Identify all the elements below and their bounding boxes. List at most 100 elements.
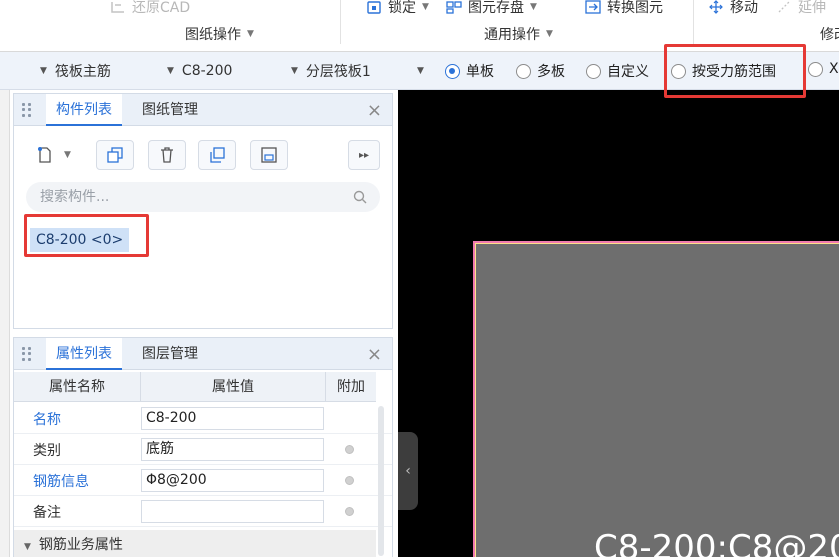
table-row: 名称 C8-200	[14, 403, 392, 434]
ribbon-toolbar: 还原CAD 图纸操作 ▼ 锁定 ▼ 图元存盘 ▼ 通用操作 ▼ 转换图元 移动	[0, 0, 839, 52]
column-header-extra: 附加	[326, 372, 376, 402]
layer-select[interactable]: ▼ 分层筏板1	[291, 60, 371, 82]
column-header-value: 属性值	[141, 372, 326, 402]
layer-select-dropdown[interactable]: ▼	[417, 60, 432, 82]
save-component-button[interactable]	[250, 140, 288, 170]
chevron-down-icon: ▼	[530, 2, 537, 12]
modify-label: 修改	[820, 27, 839, 43]
new-component-button[interactable]: ▼	[26, 140, 84, 170]
property-name: 钢筋信息	[33, 474, 89, 490]
column-header-name: 属性名称	[14, 372, 141, 402]
chevron-down-icon: ▼	[64, 150, 71, 160]
restore-cad-icon	[111, 2, 124, 13]
double-chevron-right-icon: ▸▸	[358, 149, 370, 161]
chevron-down-icon: ▼	[546, 29, 553, 39]
chevron-down-icon: ▼	[167, 66, 174, 76]
move-button[interactable]: 移动	[708, 0, 758, 17]
tab-drawing-management[interactable]: 图纸管理	[132, 94, 208, 126]
radio-single-board[interactable]: 单板	[445, 61, 494, 81]
ribbon-divider	[340, 0, 341, 44]
delete-component-button[interactable]	[148, 140, 186, 170]
component-search[interactable]	[26, 182, 380, 212]
copy-component-button[interactable]	[96, 140, 134, 170]
property-value-field[interactable]: Φ8@200	[141, 469, 324, 492]
radio-button	[671, 63, 686, 79]
move-icon	[709, 0, 723, 14]
property-value-field[interactable]: 底筋	[141, 438, 324, 461]
close-icon[interactable]: ×	[367, 100, 382, 121]
restore-cad-button[interactable]: 还原CAD	[110, 0, 190, 17]
radio-button	[808, 61, 823, 77]
property-value-field[interactable]	[141, 500, 324, 523]
search-icon[interactable]	[352, 189, 368, 205]
element-save-button[interactable]: 图元存盘 ▼	[446, 0, 537, 17]
radio-multi-board[interactable]: 多板	[516, 61, 565, 81]
floor-type-select[interactable]: ▼ 筏板主筋	[40, 60, 111, 82]
radio-label: X	[829, 61, 839, 77]
more-tools-button[interactable]: ▸▸	[348, 140, 380, 170]
table-row: 备注	[14, 496, 392, 527]
radio-label: 自定义	[607, 64, 649, 80]
convert-element-button[interactable]: 转换图元	[585, 0, 663, 17]
close-icon[interactable]: ×	[367, 344, 382, 365]
drag-grip-icon[interactable]	[22, 103, 32, 117]
radio-custom[interactable]: 自定义	[586, 61, 649, 81]
floor-type-value: 筏板主筋	[54, 64, 111, 80]
convert-element-icon	[585, 0, 601, 14]
duplicate-layer-button[interactable]	[198, 140, 236, 170]
tab-layer-management[interactable]: 图层管理	[132, 338, 208, 370]
element-save-label: 图元存盘	[468, 0, 524, 16]
property-value-field[interactable]: C8-200	[141, 407, 324, 430]
drag-grip-icon[interactable]	[22, 347, 32, 361]
new-file-icon	[38, 147, 51, 163]
component-select[interactable]: ▼ C8-200	[167, 60, 232, 82]
chevron-down-icon: ▼	[40, 66, 47, 76]
drawing-ops-group[interactable]: 图纸操作 ▼	[185, 24, 254, 44]
tab-property-list[interactable]: 属性列表	[46, 338, 122, 370]
filter-bar: ▼ 筏板主筋 ▼ C8-200 ▼ 分层筏板1 ▼ 单板 多板 自定义 按受力筋…	[0, 52, 839, 90]
slab-rebar-label: C8-200;C8@200	[594, 528, 839, 557]
tab-component-list[interactable]: 构件列表	[46, 94, 122, 126]
lock-button[interactable]: 锁定 ▼	[366, 0, 429, 17]
extra-checkbox[interactable]	[345, 476, 354, 485]
chevron-down-icon: ▼	[247, 29, 254, 39]
vertical-scrollbar[interactable]	[378, 406, 384, 556]
radio-x[interactable]: X	[808, 61, 839, 77]
ribbon-divider	[693, 0, 694, 44]
drawing-ops-label: 图纸操作	[185, 27, 241, 43]
panel-collapse-handle[interactable]: ‹	[398, 432, 418, 510]
left-dock-strip	[0, 90, 10, 557]
layer-value: 分层筏板1	[305, 64, 371, 80]
convert-element-label: 转换图元	[607, 0, 663, 16]
radio-button	[516, 63, 531, 79]
list-item-selected[interactable]: C8-200 <0>	[30, 228, 130, 252]
property-name: 备注	[33, 505, 61, 521]
chevron-left-icon: ‹	[405, 463, 411, 479]
extend-button[interactable]: 延伸	[778, 0, 826, 17]
search-input[interactable]	[40, 189, 340, 205]
property-name: 名称	[33, 412, 61, 428]
general-ops-group[interactable]: 通用操作 ▼	[484, 24, 553, 44]
radio-label: 单板	[466, 64, 494, 80]
panel-header: 构件列表 图纸管理 ×	[14, 94, 392, 126]
section-header[interactable]: ▼ 钢筋业务属性	[14, 530, 376, 557]
layers-copy-icon	[210, 147, 225, 163]
slab-element[interactable]	[473, 241, 839, 557]
section-label: 钢筋业务属性	[38, 537, 123, 553]
table-row: 钢筋信息 Φ8@200	[14, 465, 392, 496]
property-list-panel: 属性列表 图层管理 × 属性名称 属性值 附加 名称 C8-200 类别 底筋 …	[13, 337, 393, 557]
radio-label: 按受力筋范围	[692, 64, 776, 80]
radio-button-checked	[445, 63, 460, 79]
chevron-down-icon: ▼	[422, 2, 429, 12]
radio-by-main-rebar-range[interactable]: 按受力筋范围	[671, 61, 776, 81]
radio-button	[586, 63, 601, 79]
save-icon	[261, 147, 277, 163]
extra-checkbox[interactable]	[345, 507, 354, 516]
panel-header: 属性列表 图层管理 ×	[14, 338, 392, 370]
restore-cad-label: 还原CAD	[132, 0, 191, 16]
property-name: 类别	[33, 443, 61, 459]
extend-icon	[778, 0, 791, 13]
modify-group[interactable]: 修改	[820, 24, 839, 44]
chevron-down-icon: ▼	[291, 66, 298, 76]
extra-checkbox[interactable]	[345, 445, 354, 454]
